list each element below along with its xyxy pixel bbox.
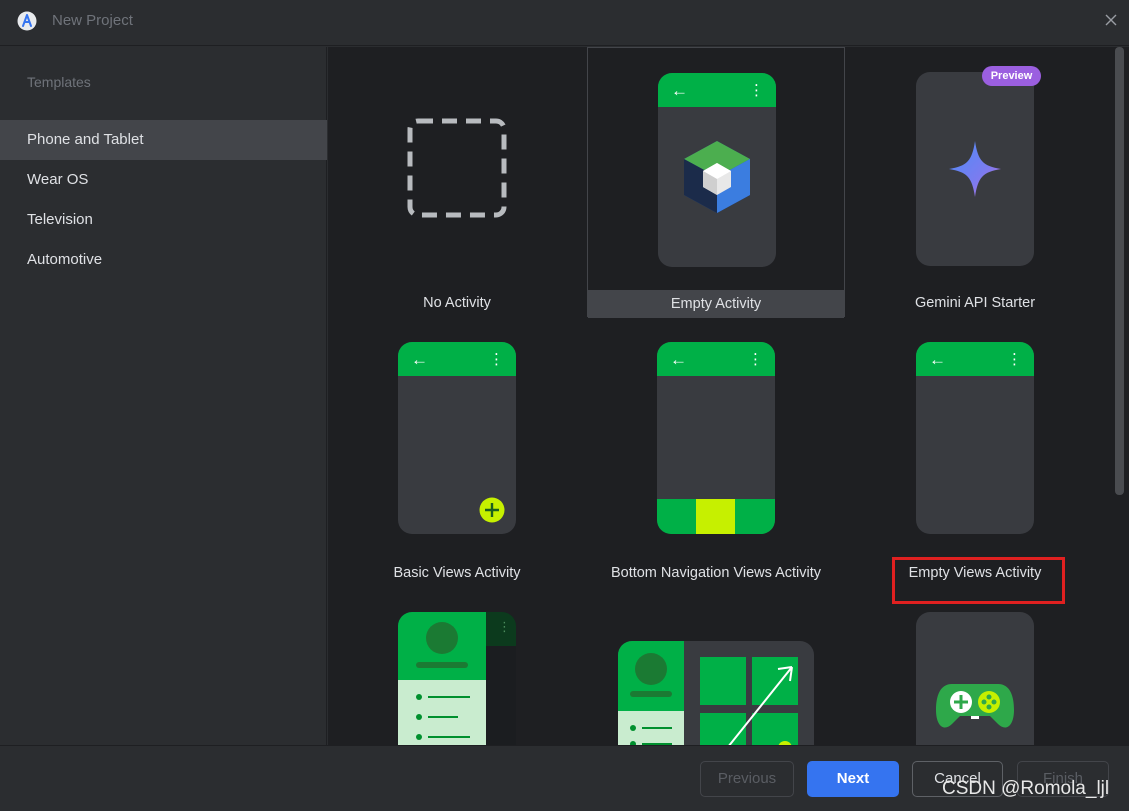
- template-card-empty-views-activity[interactable]: ← ⋮ Empty Views Activity: [846, 317, 1104, 587]
- previous-button[interactable]: Previous: [700, 761, 794, 797]
- overflow-menu-icon: ⋮: [498, 619, 511, 634]
- templates-sidebar: Templates Phone and Tablet Wear OS Telev…: [0, 47, 327, 745]
- vertical-scrollbar[interactable]: [1115, 47, 1124, 495]
- template-card-responsive-layout[interactable]: [587, 587, 845, 745]
- drawer-header: [398, 612, 486, 680]
- back-arrow-icon: ←: [929, 350, 946, 369]
- fab-plus-icon: [479, 497, 505, 523]
- responsive-layout-icon: [618, 641, 814, 745]
- template-label: Basic Views Activity: [393, 565, 521, 581]
- close-icon[interactable]: [1103, 12, 1119, 28]
- template-label: No Activity: [423, 295, 491, 311]
- next-button[interactable]: Next: [807, 761, 899, 797]
- gemini-sparkle-icon: [949, 141, 1001, 197]
- android-studio-logo-icon: [17, 11, 37, 31]
- gamepad-icon: [936, 684, 1014, 728]
- dashed-square-icon: [407, 118, 507, 218]
- sidebar-item-wear-os[interactable]: Wear OS: [0, 160, 327, 200]
- back-arrow-icon: ←: [671, 81, 688, 100]
- watermark: CSDN @Romola_ljl: [942, 778, 1110, 799]
- overflow-menu-icon: ⋮: [749, 82, 764, 99]
- template-card-empty-activity[interactable]: ← ⋮ Empty Activity: [587, 47, 845, 318]
- navigation-drawer-icon: ⋮: [398, 612, 516, 745]
- template-label: Gemini API Starter: [914, 295, 1036, 311]
- overflow-menu-icon: ⋮: [1007, 351, 1022, 368]
- phone-preview: [916, 72, 1034, 266]
- sidebar-item-automotive[interactable]: Automotive: [0, 240, 327, 280]
- avatar: [426, 622, 458, 654]
- phone-preview: ← ⋮: [398, 342, 516, 534]
- compose-cube-icon: [684, 141, 750, 213]
- template-label: Bottom Navigation Views Activity: [610, 565, 822, 581]
- back-arrow-icon: ←: [411, 350, 428, 369]
- back-arrow-icon: ←: [670, 350, 687, 369]
- template-card-basic-views-activity[interactable]: ← ⋮ Basic Views Activity: [328, 317, 586, 587]
- drawer-list: [398, 680, 486, 745]
- template-card-gemini-api-starter[interactable]: Preview Gemini API Starter: [846, 47, 1104, 317]
- title-bar: New Project: [0, 0, 1129, 46]
- app-bar: ← ⋮: [916, 342, 1034, 376]
- sidebar-header: Templates: [27, 74, 91, 90]
- template-card-no-activity[interactable]: No Activity: [328, 47, 586, 317]
- overflow-menu-icon: ⋮: [489, 351, 504, 368]
- phone-preview: ← ⋮: [916, 342, 1034, 534]
- bottom-nav-selected-tab: [696, 499, 735, 534]
- bottom-nav-icon: [657, 499, 775, 534]
- window-title: New Project: [52, 12, 133, 29]
- template-gallery: No Activity ← ⋮ Empty Activity Preview G…: [328, 47, 1129, 745]
- sidebar-item-phone-and-tablet[interactable]: Phone and Tablet: [0, 120, 327, 160]
- template-label: Empty Activity: [588, 290, 844, 318]
- expand-arrow-icon: [728, 666, 793, 745]
- phone-preview: ← ⋮: [657, 342, 775, 534]
- preview-badge: Preview: [982, 66, 1041, 86]
- highlight-annotation: [892, 557, 1065, 604]
- overflow-menu-icon: ⋮: [748, 351, 763, 368]
- app-bar: ← ⋮: [658, 73, 776, 107]
- app-bar: ← ⋮: [398, 342, 516, 376]
- phone-preview: ← ⋮: [658, 73, 776, 267]
- app-bar: ← ⋮: [657, 342, 775, 376]
- sidebar-item-television[interactable]: Television: [0, 200, 327, 240]
- template-card-game-activity[interactable]: [846, 587, 1104, 745]
- template-card-navigation-drawer[interactable]: ⋮: [328, 587, 586, 745]
- phone-preview: [916, 612, 1034, 745]
- template-card-bottom-navigation-views-activity[interactable]: ← ⋮ Bottom Navigation Views Activity: [587, 317, 845, 587]
